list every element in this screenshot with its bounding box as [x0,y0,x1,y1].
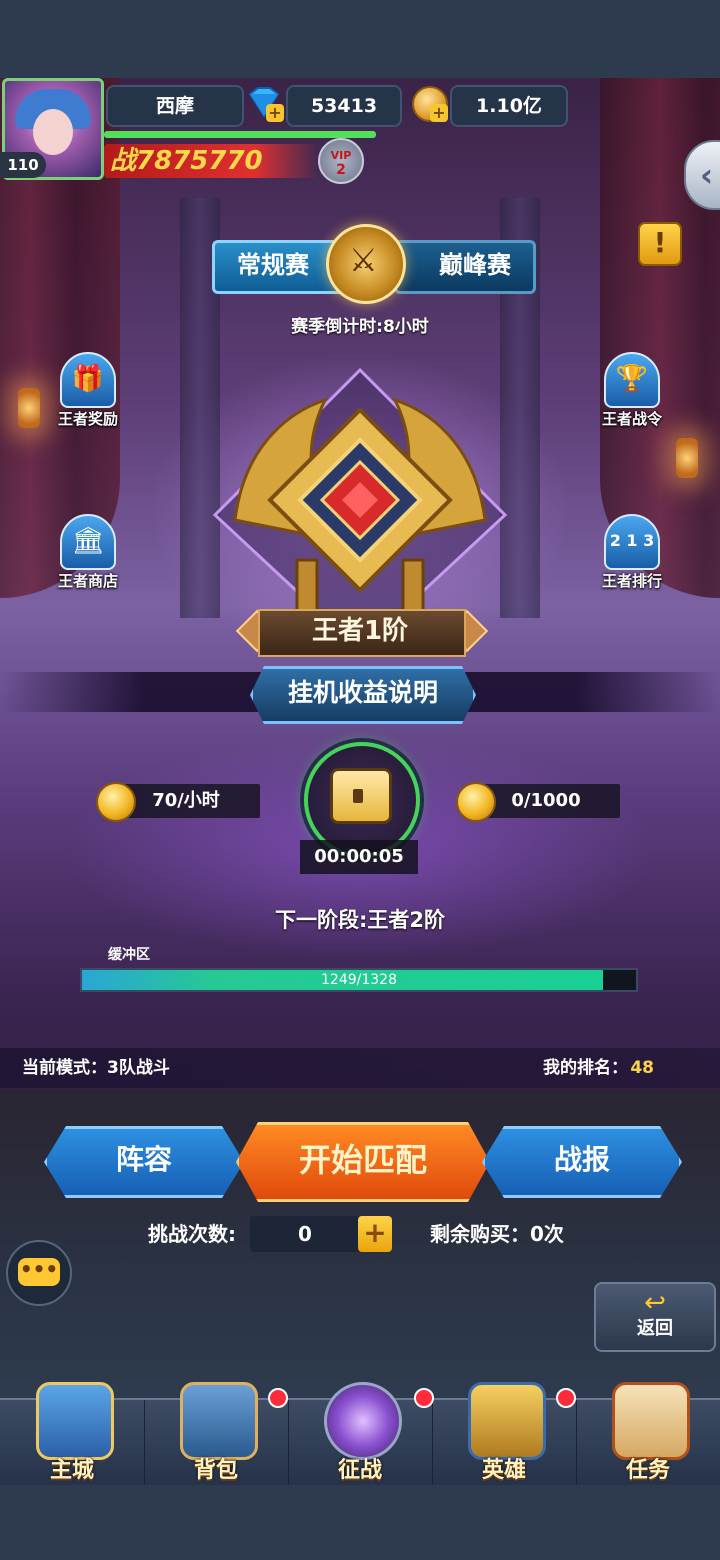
chat-bubble-icon: ••• [18,1258,60,1286]
trophy-icon: 🏆 [604,352,660,408]
return-arrow-icon: ↩ [644,1288,666,1318]
chat-button[interactable]: ••• [6,1240,72,1306]
start-match-button[interactable]: 开始匹配 [236,1122,490,1202]
king-ranking-button[interactable]: 2 1 3 王者排行 [584,514,680,591]
add-gold-button[interactable]: + [430,104,448,122]
lineup-button[interactable]: 阵容 [44,1126,244,1198]
nav-tasks[interactable]: 任务 [576,1382,720,1487]
buffer-label: 缓冲区 [108,947,150,963]
king-shop-button[interactable]: 🏛 王者商店 [40,514,136,591]
gold-coin-icon [456,782,496,822]
nav-campaign[interactable]: 征战 [288,1382,434,1487]
treasure-chest-icon[interactable] [330,768,392,824]
idle-income-explain-button[interactable]: 挂机收益说明 [250,666,476,724]
back-button[interactable]: ↩ 返回 [594,1282,716,1352]
gift-icon: 🎁 [60,352,116,408]
notification-dot [556,1388,576,1408]
challenge-count: 0 [250,1216,360,1252]
battle-report-button[interactable]: 战报 [482,1126,682,1198]
notification-dot [414,1388,434,1408]
chevron-left-icon: ‹ [700,156,714,194]
king-reward-button[interactable]: 🎁 王者奖励 [40,352,136,429]
current-mode: 当前模式：3队战斗 [22,1058,170,1078]
player-level: 110 [0,152,46,178]
status-bar-area [0,0,720,78]
nav-backpack[interactable]: 背包 [144,1382,289,1487]
gold-count: 1.10亿 [450,85,568,127]
season-countdown: 赛季倒计时:8小时 [291,317,429,337]
notification-dot [268,1388,288,1408]
chest-bag-icon [180,1382,258,1460]
rank-title-banner: 王者1阶 [232,606,489,657]
gold-coin-icon [96,782,136,822]
king-pass-button[interactable]: 🏆 王者战令 [584,352,680,429]
buffer-progress-text: 1249/1328 [321,972,397,988]
add-diamond-button[interactable]: + [266,104,284,122]
crossed-swords-emblem-icon: ⚔ [326,224,406,304]
remaining-purchase: 剩余购买：0次 [430,1222,564,1246]
podium-icon: 2 1 3 [604,514,660,570]
income-timer: 00:00:05 [300,840,418,874]
castle-icon [36,1382,114,1460]
player-name: 西摩 [106,85,244,127]
combat-power: 战7875770 [104,144,318,178]
tab-peak-season[interactable]: 巅峰赛 [394,240,536,294]
my-rank-value: 48 [630,1058,654,1078]
next-stage-text: 下一阶段:王者2阶 [274,908,445,932]
mode-status-bar: 当前模式：3队战斗 我的排名： 48 [0,1048,720,1088]
my-rank-label: 我的排名： [543,1058,628,1078]
buy-challenge-button[interactable]: + [358,1216,392,1252]
nav-main-city[interactable]: 主城 [0,1382,145,1487]
diamond-count: 53413 [286,85,402,127]
system-nav-area [0,1485,720,1560]
exp-bar [104,131,376,138]
hero-helmet-icon [468,1382,546,1460]
bottom-nav: 主城 背包 征战 英雄 任务 [0,1382,720,1487]
nav-heroes[interactable]: 英雄 [432,1382,577,1487]
buffer-progress-bar: 1249/1328 [80,968,638,992]
scroll-icon [612,1382,690,1460]
dragon-portal-icon [324,1382,402,1460]
vip-badge[interactable]: VIP 2 [318,138,364,184]
info-alert-icon[interactable]: ! [638,222,682,266]
challenge-count-label: 挑战次数: [148,1222,236,1246]
shop-icon: 🏛 [60,514,116,570]
